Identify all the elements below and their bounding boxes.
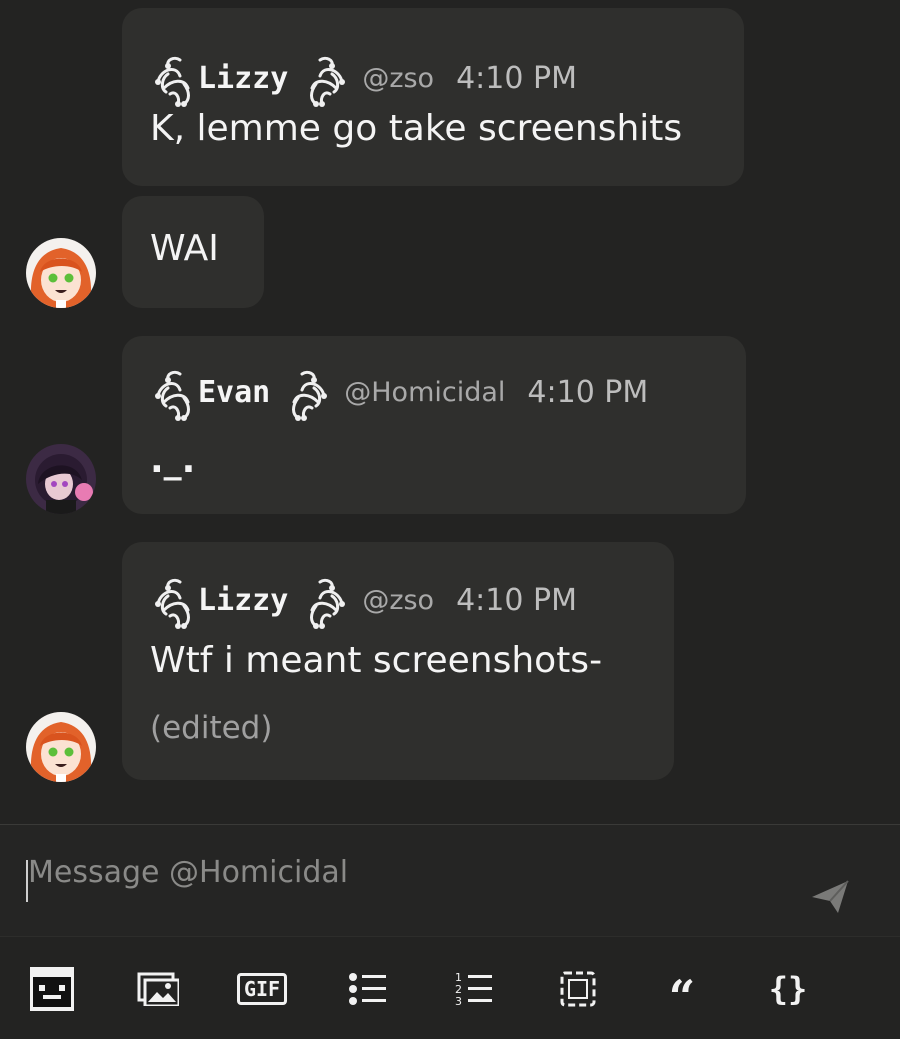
numbered-list-icon[interactable]: 123 <box>450 967 498 1011</box>
avatar[interactable] <box>26 238 96 308</box>
svg-text:3: 3 <box>455 995 462 1007</box>
username[interactable]: Evan <box>198 375 270 410</box>
spoiler-icon[interactable] <box>554 967 602 1011</box>
message-header: Lizzy @zso 4:10 PM <box>150 570 577 630</box>
message-text: WAI <box>150 228 219 269</box>
message-text: Wtf i meant screenshots- <box>150 640 603 681</box>
username[interactable]: Lizzy <box>198 583 288 618</box>
user-handle[interactable]: @zso <box>362 585 434 616</box>
swirl-left-icon <box>150 570 204 630</box>
formatting-toolbar: GIF 123 “ {} <box>0 936 900 1039</box>
send-icon[interactable] <box>808 877 852 917</box>
gif-button[interactable]: GIF <box>236 967 288 1011</box>
bullet-list-icon[interactable] <box>344 967 392 1011</box>
timestamp: 4:10 PM <box>456 582 577 618</box>
timestamp: 4:10 PM <box>456 60 577 96</box>
quote-icon[interactable]: “ <box>658 967 706 1020</box>
quote-glyph: “ <box>668 970 696 1024</box>
swirl-right-icon <box>296 48 350 108</box>
code-glyph: {} <box>768 970 808 1008</box>
user-handle[interactable]: @Homicidal <box>344 377 505 408</box>
avatar[interactable] <box>26 712 96 782</box>
avatar[interactable] <box>26 444 96 514</box>
message-bubble[interactable]: WAI <box>122 196 264 308</box>
swirl-left-icon <box>150 362 204 422</box>
message-header: Lizzy @zso 4:10 PM <box>150 48 577 108</box>
swirl-left-icon <box>150 48 204 108</box>
swirl-right-icon <box>278 362 332 422</box>
user-handle[interactable]: @zso <box>362 63 434 94</box>
username[interactable]: Lizzy <box>198 61 288 96</box>
message-text: K, lemme go take screenshits <box>150 108 683 149</box>
image-upload-icon[interactable] <box>134 967 182 1011</box>
emoji-picker-icon[interactable] <box>28 967 76 1011</box>
message-text: ._. <box>150 440 196 481</box>
message-composer[interactable]: Message @Homicidal <box>0 824 900 937</box>
message-bubble[interactable]: Evan @Homicidal 4:10 PM ._. <box>122 336 746 514</box>
message-bubble[interactable]: Lizzy @zso 4:10 PM K, lemme go take scre… <box>122 8 744 186</box>
timestamp: 4:10 PM <box>527 374 649 410</box>
message-header: Evan @Homicidal 4:10 PM <box>150 362 648 422</box>
edited-label: (edited) <box>150 710 273 746</box>
gif-label: GIF <box>236 973 288 1005</box>
swirl-right-icon <box>296 570 350 630</box>
message-bubble[interactable]: Lizzy @zso 4:10 PM Wtf i meant screensho… <box>122 542 674 780</box>
code-block-icon[interactable]: {} <box>764 967 812 1011</box>
message-input[interactable]: Message @Homicidal <box>28 855 348 890</box>
